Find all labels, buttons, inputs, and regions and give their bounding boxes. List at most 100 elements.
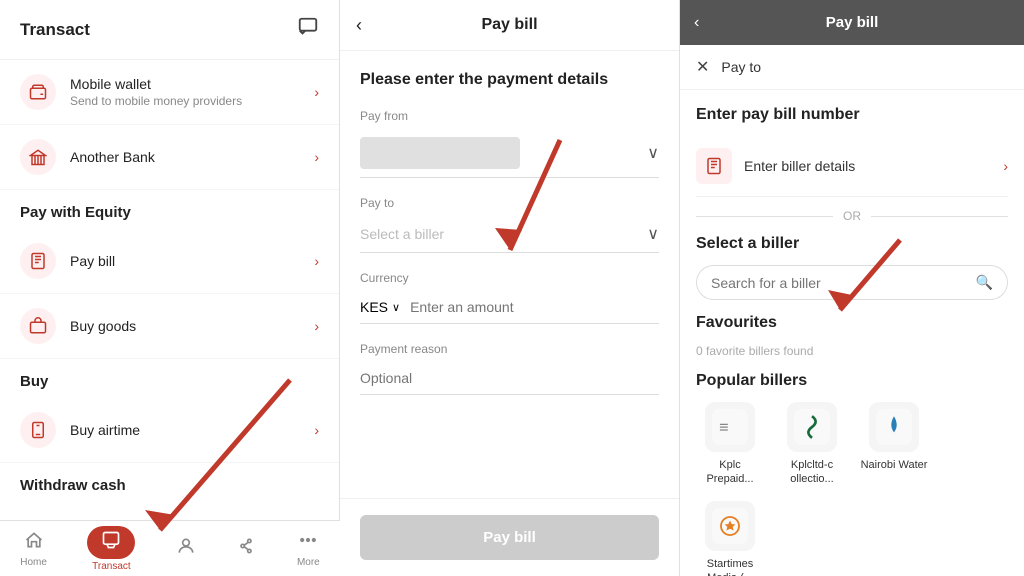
kplc-collection-icon (787, 402, 837, 452)
panel3-back-button[interactable]: ‹ (694, 14, 699, 32)
payment-reason-label: Payment reason (360, 342, 659, 356)
nav-send[interactable] (228, 532, 264, 565)
bottom-navigation: Home Transact (0, 520, 340, 576)
payment-reason-group: Payment reason (360, 342, 659, 395)
menu-item-another-bank[interactable]: Another Bank › (0, 125, 339, 190)
back-button[interactable]: ‹ (356, 15, 362, 36)
panel2-title: Pay bill (481, 16, 537, 34)
search-biller-box[interactable]: 🔍 (696, 265, 1008, 300)
favourites-title: Favourites (696, 314, 1008, 332)
popular-item-kplc[interactable]: ≡ Kplc Prepaid... (696, 402, 764, 487)
popular-item-nairobi-water[interactable]: Nairobi Water (860, 402, 928, 487)
pay-from-group: Pay from ∨ (360, 109, 659, 178)
airtime-icon (20, 412, 56, 448)
panel2-footer: Pay bill (340, 498, 679, 576)
nav-transact[interactable]: Transact (79, 522, 143, 576)
nav-home[interactable]: Home (12, 526, 55, 572)
chevron-right-icon: › (314, 318, 319, 334)
wallet-icon (20, 74, 56, 110)
nairobi-water-label: Nairobi Water (861, 458, 928, 472)
panel3-body: Enter pay bill number Enter biller detai… (680, 90, 1024, 576)
currency-chevron-icon: ∨ (392, 301, 400, 314)
home-icon (24, 530, 44, 555)
menu-item-buy-goods[interactable]: Buy goods › (0, 294, 339, 359)
section-label-pay-equity: Pay with Equity (0, 190, 339, 229)
or-line-right (871, 216, 1008, 217)
section-label-buy: Buy (0, 359, 339, 398)
menu-item-mobile-wallet[interactable]: Mobile wallet Send to mobile money provi… (0, 60, 339, 125)
pay-bill-button[interactable]: Pay bill (360, 515, 659, 560)
currency-row: KES ∨ (360, 291, 659, 324)
transact-panel: Transact Mobile wallet Send to mobile mo… (0, 0, 340, 576)
panel2-body: Please enter the payment details Pay fro… (340, 51, 679, 498)
menu-item-buy-airtime[interactable]: Buy airtime › (0, 398, 339, 463)
currency-select[interactable]: KES ∨ (360, 299, 400, 315)
nairobi-water-icon (869, 402, 919, 452)
buy-goods-text: Buy goods (70, 318, 314, 334)
pay-to-subheader-label: Pay to (721, 59, 761, 75)
popular-item-kplc-collection[interactable]: Kplcltd-c ollectio... (778, 402, 846, 487)
select-biller-title: Select a biller (696, 235, 1008, 253)
more-icon (298, 530, 318, 555)
popular-billers-title: Popular billers (696, 372, 1008, 390)
startimes-icon (705, 501, 755, 551)
chevron-right-icon: › (1003, 158, 1008, 174)
search-biller-input[interactable] (711, 275, 976, 291)
biller-placeholder: Select a biller (360, 226, 444, 242)
kplc-icon: ≡ (705, 402, 755, 452)
amount-input[interactable] (410, 299, 659, 315)
nav-more[interactable]: More (289, 526, 328, 572)
close-icon[interactable]: ✕ (696, 57, 709, 77)
chat-icon (297, 16, 319, 43)
nav-person[interactable] (168, 532, 204, 565)
pay-to-group: Pay to Select a biller ∨ (360, 196, 659, 253)
svg-text:≡: ≡ (719, 418, 728, 436)
form-heading: Please enter the payment details (360, 71, 659, 89)
popular-billers-section: Popular billers ≡ Kplc Prepaid... (696, 372, 1008, 576)
another-bank-text: Another Bank (70, 149, 314, 165)
pay-to-label: Pay to (360, 196, 659, 210)
enter-bill-number-title: Enter pay bill number (696, 106, 1008, 124)
chevron-right-icon: › (314, 149, 319, 165)
buy-airtime-text: Buy airtime (70, 422, 314, 438)
pay-bill-text: Pay bill (70, 253, 314, 269)
pay-from-filled (360, 137, 520, 169)
person-icon (176, 536, 196, 561)
startimes-label: Startimes Media (... (696, 557, 764, 576)
select-biller-panel: ‹ Pay bill ✕ Pay to Enter pay bill numbe… (680, 0, 1024, 576)
favourites-section: Favourites 0 favorite billers found (696, 314, 1008, 358)
dropdown-chevron-icon: ∨ (647, 143, 659, 163)
panel2-header: ‹ Pay bill (340, 0, 679, 51)
dropdown-chevron-icon: ∨ (647, 224, 659, 244)
pay-bill-form-panel: ‹ Pay bill Please enter the payment deta… (340, 0, 680, 576)
biller-select[interactable]: Select a biller ∨ (360, 216, 659, 253)
chevron-right-icon: › (314, 422, 319, 438)
goods-icon (20, 308, 56, 344)
payment-reason-input[interactable] (360, 362, 659, 395)
panel1-title: Transact (20, 20, 90, 40)
transact-icon-wrap (87, 526, 135, 559)
favourites-subtitle: 0 favorite billers found (696, 344, 1008, 358)
pay-from-select[interactable]: ∨ (360, 129, 659, 178)
currency-group: Currency KES ∨ (360, 271, 659, 324)
bill-icon (20, 243, 56, 279)
panel1-header: Transact (0, 0, 339, 60)
or-text: OR (843, 209, 861, 223)
kplc-collection-label: Kplcltd-c ollectio... (778, 458, 846, 487)
menu-item-pay-bill[interactable]: Pay bill › (0, 229, 339, 294)
or-divider: OR (696, 209, 1008, 223)
chevron-right-icon: › (314, 84, 319, 100)
popular-item-startimes[interactable]: Startimes Media (... (696, 501, 764, 576)
section-label-withdraw: Withdraw cash (0, 463, 339, 502)
panel3-header: ‹ Pay bill (680, 0, 1024, 45)
enter-biller-details-row[interactable]: Enter biller details › (696, 136, 1008, 197)
search-icon: 🔍 (976, 274, 993, 291)
bank-icon (20, 139, 56, 175)
chevron-right-icon: › (314, 253, 319, 269)
enter-biller-details-label: Enter biller details (744, 158, 1003, 174)
pay-from-label: Pay from (360, 109, 659, 123)
popular-billers-grid: ≡ Kplc Prepaid... Kplcltd-c ollecti (696, 402, 1008, 576)
panel3-subheader: ✕ Pay to (680, 45, 1024, 90)
panel3-title: Pay bill (826, 14, 879, 31)
currency-label: Currency (360, 271, 659, 285)
